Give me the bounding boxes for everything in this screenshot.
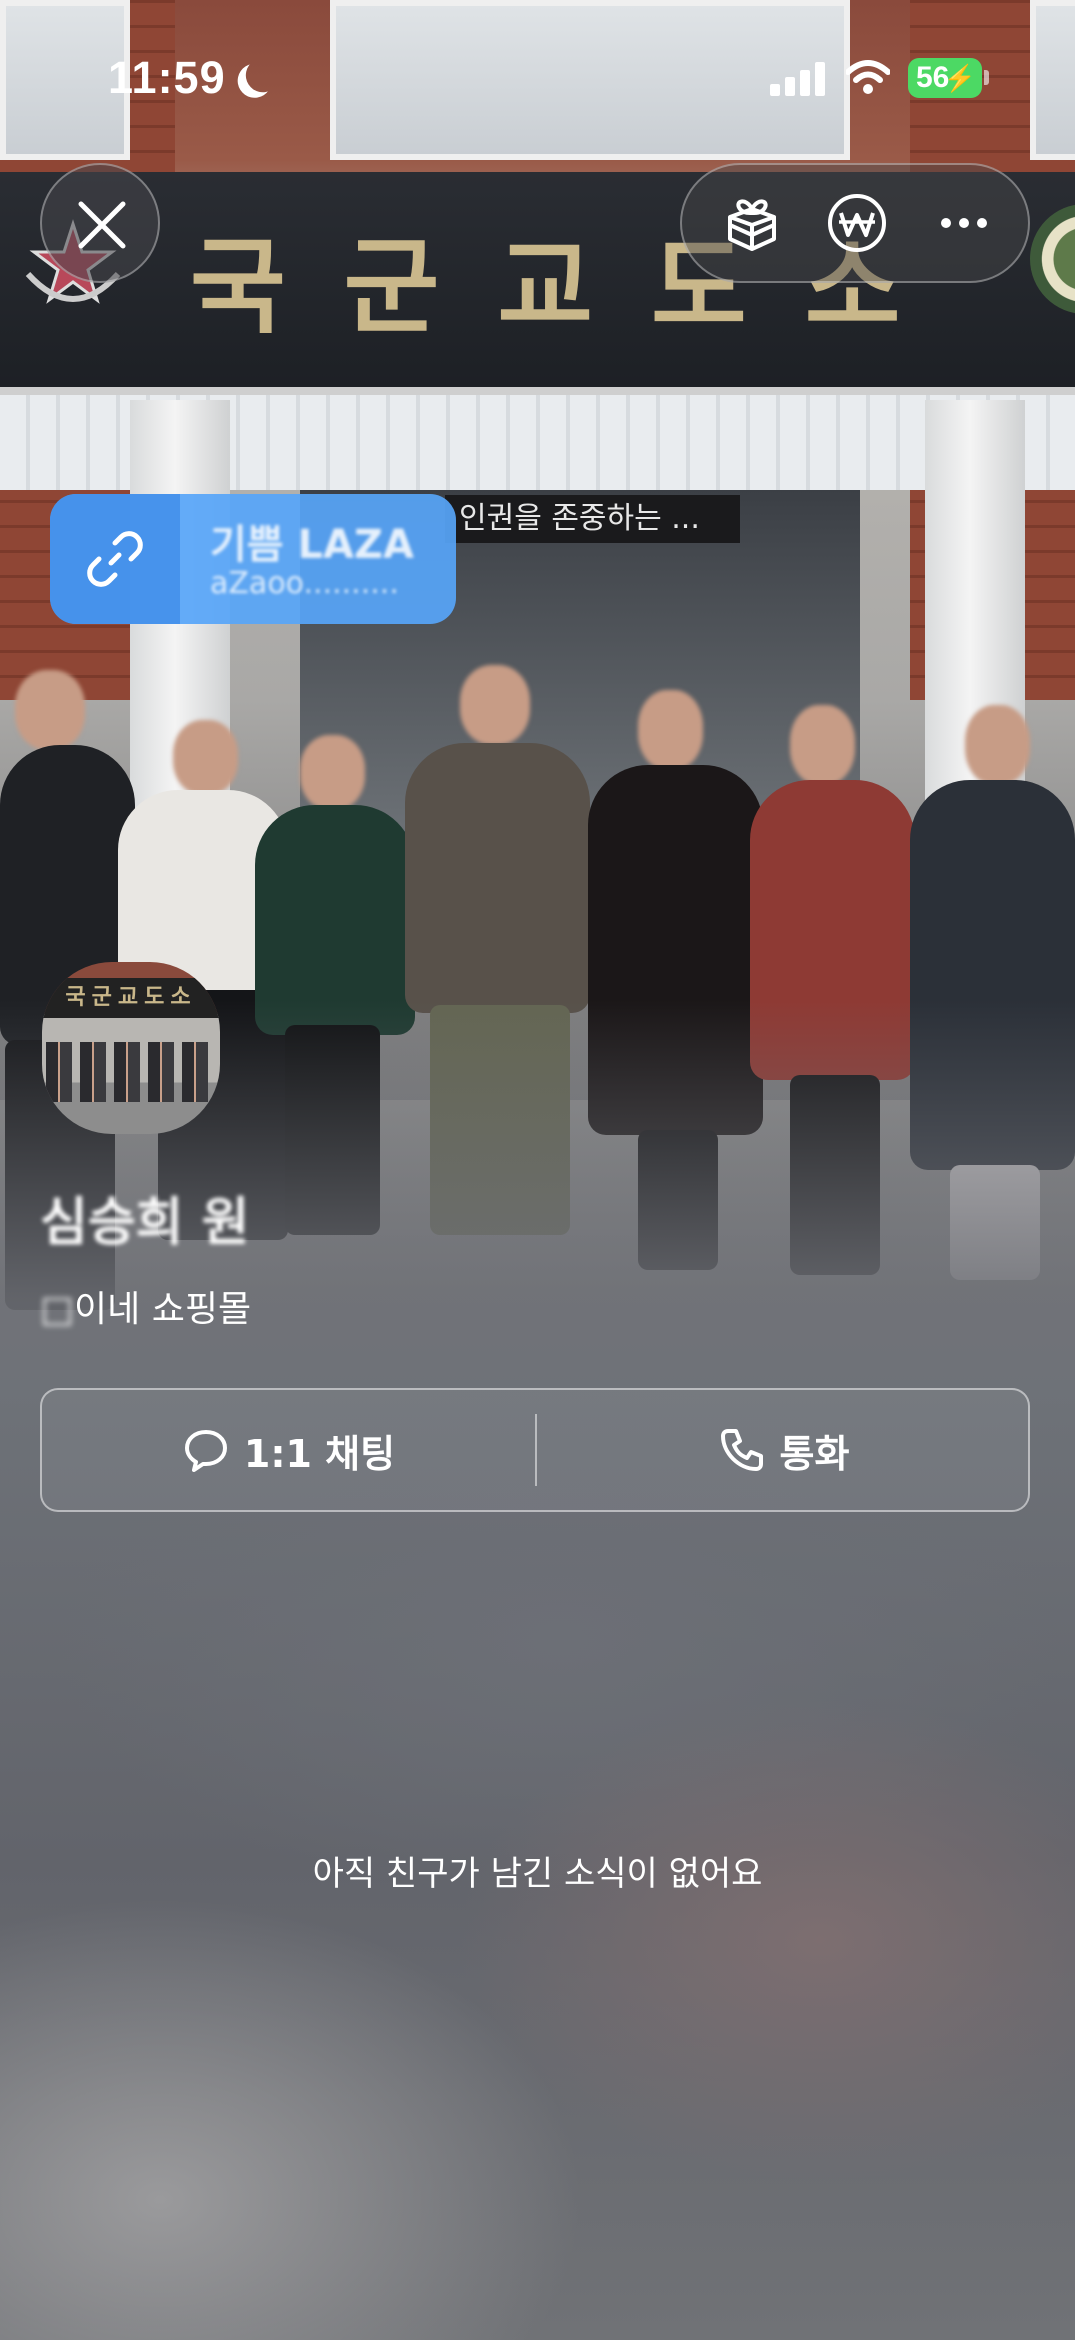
link-title: 기쁨 LAZA [210,522,414,568]
link-icon-zone [50,494,180,624]
profile-name: 심승희 원 [40,1193,250,1253]
close-icon [78,201,126,249]
status-suffix: 이네 쇼핑몰 [74,1289,252,1330]
phone-icon [720,1429,763,1471]
status-prefix: □ [40,1289,75,1330]
chat-label: 1:1 채팅 [243,1431,396,1476]
status-time: 11:59 [108,52,226,103]
call-button[interactable]: 통화 [537,1390,1030,1510]
seal-icon [1030,204,1075,314]
battery-indicator: 56 ⚡ [908,58,982,98]
profile-link-card[interactable]: 기쁨 LAZA aZaoo.......... [50,494,456,624]
status-bar: 11:59 56 ⚡ [0,0,1075,160]
link-icon [87,531,143,587]
won-pay-icon[interactable] [825,191,889,255]
profile-action-bar: 1:1 채팅 통화 [40,1388,1030,1512]
close-button[interactable] [40,163,160,283]
profile-actions-pill [680,163,1030,283]
gift-box-icon[interactable] [720,191,784,255]
more-dots-icon[interactable] [932,191,996,255]
bolt-icon: ⚡ [943,63,976,93]
chat-button[interactable]: 1:1 채팅 [42,1390,535,1510]
call-label: 통화 [779,1431,850,1476]
cellular-signal-icon [770,62,826,96]
door-sign: 인권을 존중하는 ... [445,495,740,543]
wifi-icon [846,60,890,94]
chat-bubble-icon [184,1430,227,1472]
avatar[interactable]: 국군교도소 [42,962,220,1134]
link-url: aZaoo.......... [210,566,399,601]
moon-icon [243,56,282,95]
avatar-sign-text: 국군교도소 [42,978,220,1018]
empty-feed-message: 아직 친구가 남긴 소식이 없어요 [312,1854,763,1894]
profile-status-message: □이네 쇼핑몰 [40,1280,251,1332]
